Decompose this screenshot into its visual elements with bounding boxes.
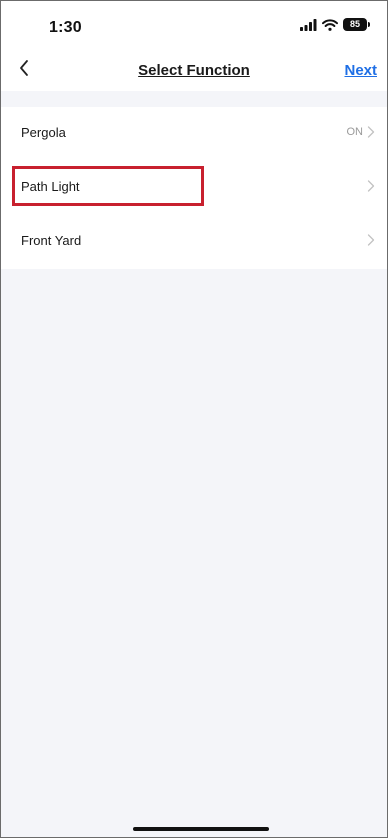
list-item-path-light[interactable]: Path Light (1, 161, 387, 215)
chevron-left-icon (20, 60, 28, 76)
phone-screen: 1:30 85 Select Function Next Pergola ON … (0, 0, 388, 838)
next-button[interactable]: Next (344, 62, 377, 79)
signal-icon (300, 18, 317, 31)
status-bar: 1:30 85 (1, 1, 387, 51)
list-item-pergola[interactable]: Pergola ON (1, 107, 387, 161)
status-value: ON (346, 126, 364, 138)
list-item-label: Front Yard (21, 233, 82, 248)
list-item-front-yard[interactable]: Front Yard (1, 215, 387, 269)
navigation-bar: Select Function Next (1, 51, 387, 91)
function-list: Pergola ON Path Light Front Yard (1, 107, 387, 269)
list-item-label: Pergola (21, 125, 66, 140)
status-time: 1:30 (49, 19, 82, 36)
back-button[interactable] (13, 57, 37, 81)
battery-icon: 85 (343, 18, 370, 31)
chevron-right-icon (367, 180, 375, 192)
status-icons: 85 (300, 18, 370, 31)
chevron-right-icon (367, 234, 375, 246)
page-title: Select Function (138, 62, 250, 79)
list-item-label: Path Light (21, 179, 80, 194)
home-indicator (133, 827, 269, 831)
wifi-icon (322, 18, 338, 31)
chevron-right-icon (367, 126, 375, 138)
